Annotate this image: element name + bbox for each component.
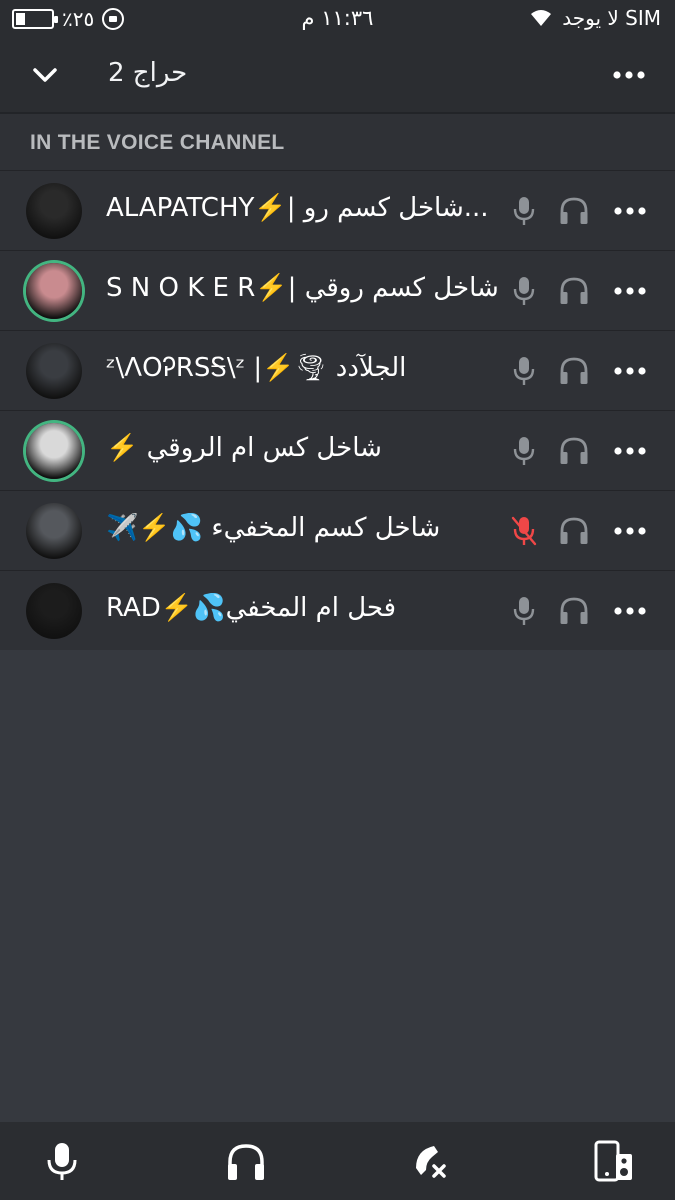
voice-channel-section: IN THE VOICE CHANNEL: [0, 114, 675, 170]
wifi-icon: [531, 10, 552, 26]
mic-icon: [513, 597, 535, 625]
more-options-icon[interactable]: [612, 521, 648, 541]
voice-controls-bar: [0, 1122, 675, 1200]
more-options-icon[interactable]: [611, 62, 647, 88]
more-options-icon[interactable]: [612, 441, 648, 461]
member-name: RAD⚡️💦فحل ام المخفي: [106, 593, 397, 623]
member-row[interactable]: ᶻ\ΛOᎮRSᎦ\ᶻ |⚡️🌪 الجلآدد: [0, 330, 675, 410]
headphones-icon: [560, 197, 588, 224]
member-name: ✈️⚡️💦 شاخل كسم المخفيء: [106, 513, 441, 543]
voice-channel-header: حراج 2: [0, 38, 675, 114]
member-row[interactable]: ⚡️ شاخل كس ام الروقي: [0, 410, 675, 490]
avatar: [26, 503, 82, 559]
status-right: لا يوجد SIM: [530, 6, 661, 30]
microphone-icon[interactable]: [40, 1140, 84, 1184]
section-label: IN THE VOICE CHANNEL: [30, 131, 285, 154]
avatar: [26, 343, 82, 399]
headphones-icon: [560, 277, 588, 304]
avatar: [26, 423, 82, 479]
headphones-icon: [560, 517, 588, 544]
member-name: S N O K E R⚡️| شاخل كسم روقي: [106, 273, 499, 303]
more-options-icon[interactable]: [612, 601, 648, 621]
channel-title: حراج 2: [108, 58, 188, 88]
headphones-icon: [560, 597, 588, 624]
member-row[interactable]: ✈️⚡️💦 شاخل كسم المخفيء: [0, 490, 675, 570]
mic-icon: [513, 437, 535, 465]
member-name: ALAPATCHY⚡️| شاخل كسم رو...: [106, 193, 489, 223]
hang-up-icon[interactable]: [408, 1140, 452, 1184]
more-options-icon[interactable]: [612, 281, 648, 301]
mic-muted-icon: [511, 516, 537, 546]
avatar: [26, 263, 82, 319]
headphones-icon: [560, 357, 588, 384]
status-bar: ٪٢٥ ١١:٣٦ م لا يوجد SIM: [0, 0, 675, 38]
member-row[interactable]: S N O K E R⚡️| شاخل كسم روقي: [0, 250, 675, 330]
mic-icon: [513, 197, 535, 225]
headphones-icon[interactable]: [224, 1140, 268, 1184]
member-name: ᶻ\ΛOᎮRSᎦ\ᶻ |⚡️🌪 الجلآدد: [106, 353, 407, 383]
headphones-icon: [560, 437, 588, 464]
member-row[interactable]: RAD⚡️💦فحل ام المخفي: [0, 570, 675, 650]
mic-icon: [513, 357, 535, 385]
speaker-output-icon[interactable]: [592, 1140, 636, 1184]
carrier-label: لا يوجد SIM: [562, 6, 661, 30]
member-name: ⚡️ شاخل كس ام الروقي: [106, 433, 382, 463]
avatar: [26, 583, 82, 639]
mic-icon: [513, 277, 535, 305]
chevron-down-icon[interactable]: [28, 58, 62, 92]
more-options-icon[interactable]: [612, 201, 648, 221]
more-options-icon[interactable]: [612, 361, 648, 381]
member-row[interactable]: ALAPATCHY⚡️| شاخل كسم رو...: [0, 170, 675, 250]
avatar: [26, 183, 82, 239]
